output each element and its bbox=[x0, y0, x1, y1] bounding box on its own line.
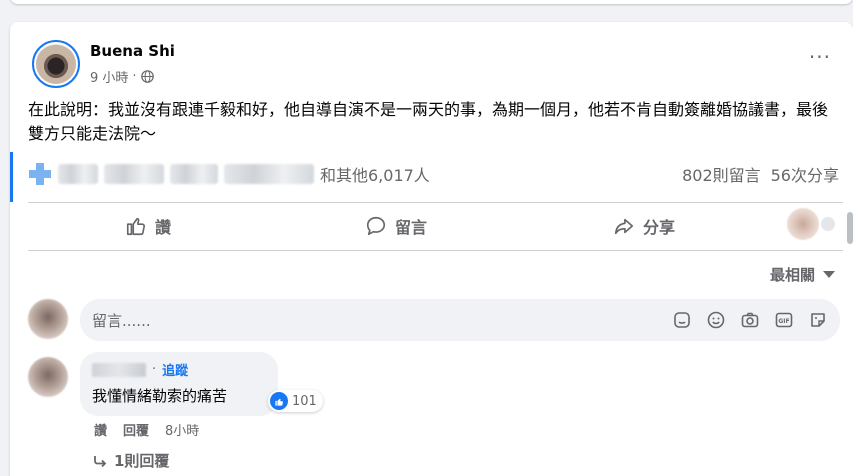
share-label: 分享 bbox=[643, 218, 676, 237]
comment-label: 留言 bbox=[395, 218, 428, 237]
comment-like-count: 101 bbox=[292, 393, 317, 409]
comment-button[interactable]: 留言 bbox=[365, 214, 427, 238]
chevron-down-icon bbox=[821, 217, 835, 231]
meta-separator: · bbox=[132, 69, 137, 84]
author-name[interactable]: Buena Shi bbox=[90, 42, 175, 60]
comment-placeholder: 留言...... bbox=[92, 311, 151, 330]
engagement-counts: 802則留言 56次分享 bbox=[682, 162, 839, 186]
comment-icon bbox=[366, 216, 386, 236]
globe-icon[interactable] bbox=[140, 70, 154, 83]
blurred-names bbox=[170, 164, 218, 184]
reaction-icon bbox=[28, 163, 52, 185]
like-label: 讚 bbox=[155, 218, 172, 237]
comment-like-button[interactable]: 讚 bbox=[94, 420, 107, 439]
post-time[interactable]: 9 小時 bbox=[90, 67, 128, 86]
blurred-names bbox=[104, 164, 164, 184]
svg-text:GIF: GIF bbox=[778, 318, 789, 325]
divider bbox=[28, 250, 843, 251]
post-meta: 9 小時 · bbox=[90, 67, 154, 86]
share-icon bbox=[614, 218, 634, 235]
reactions-summary[interactable]: 和其他6,017人 bbox=[28, 162, 430, 186]
viewer-avatar-selector[interactable] bbox=[787, 208, 835, 240]
current-user-avatar[interactable] bbox=[28, 299, 68, 339]
previous-post-card bbox=[10, 0, 853, 4]
post-card: Buena Shi 9 小時 · ··· 在此說明：我並沒有跟連千毅和好，他自導… bbox=[10, 22, 853, 476]
viewer-avatar bbox=[787, 208, 819, 240]
left-accent-bar bbox=[10, 152, 13, 202]
gif-icon[interactable]: GIF bbox=[774, 310, 794, 330]
comment-input-tools: GIF bbox=[672, 310, 828, 330]
comments-count[interactable]: 802則留言 bbox=[682, 162, 761, 186]
emoji-icon[interactable] bbox=[706, 310, 726, 330]
sort-dropdown[interactable]: 最相關 bbox=[770, 264, 835, 285]
scrollbar[interactable] bbox=[847, 212, 853, 244]
like-reaction-icon bbox=[270, 392, 288, 410]
author-avatar[interactable] bbox=[32, 40, 80, 88]
comment-reply-button[interactable]: 回覆 bbox=[123, 420, 149, 439]
comment-reaction-badge[interactable]: 101 bbox=[268, 390, 323, 412]
commenter-avatar[interactable] bbox=[28, 357, 68, 397]
reactions-count: 和其他6,017人 bbox=[320, 166, 430, 185]
commenter-name-blurred[interactable] bbox=[92, 362, 146, 377]
view-replies-label: 1則回覆 bbox=[114, 452, 170, 470]
comment-time[interactable]: 8小時 bbox=[165, 420, 199, 439]
blurred-names bbox=[58, 164, 98, 184]
reply-arrow-icon bbox=[94, 455, 107, 467]
comment-text: 我懂情緒勒索的痛苦 bbox=[92, 387, 228, 405]
sort-caret-icon bbox=[823, 271, 835, 278]
post-text: 在此說明：我並沒有跟連千毅和好，他自導自演不是一兩天的事，為期一個月，他若不肯自… bbox=[28, 100, 829, 143]
sort-label: 最相關 bbox=[769, 266, 815, 284]
camera-icon[interactable] bbox=[740, 310, 760, 330]
avatar-sticker-icon[interactable] bbox=[808, 310, 828, 330]
blurred-names bbox=[224, 164, 314, 184]
like-icon bbox=[126, 217, 146, 236]
comment-input[interactable]: 留言...... GIF bbox=[80, 299, 840, 341]
comment-actions: 讚 回覆 8小時 bbox=[94, 420, 199, 439]
share-button[interactable]: 分享 bbox=[613, 214, 675, 238]
more-icon[interactable]: ··· bbox=[809, 47, 831, 67]
divider bbox=[28, 202, 843, 203]
meta-separator: · bbox=[152, 362, 157, 377]
like-button[interactable]: 讚 bbox=[125, 214, 171, 238]
sticker-icon[interactable] bbox=[672, 310, 692, 330]
view-replies-button[interactable]: 1則回覆 bbox=[92, 450, 169, 471]
follow-button[interactable]: 追蹤 bbox=[162, 360, 188, 379]
comment-bubble: · 追蹤 我懂情緒勒索的痛苦 bbox=[80, 352, 278, 416]
shares-count[interactable]: 56次分享 bbox=[771, 162, 839, 186]
